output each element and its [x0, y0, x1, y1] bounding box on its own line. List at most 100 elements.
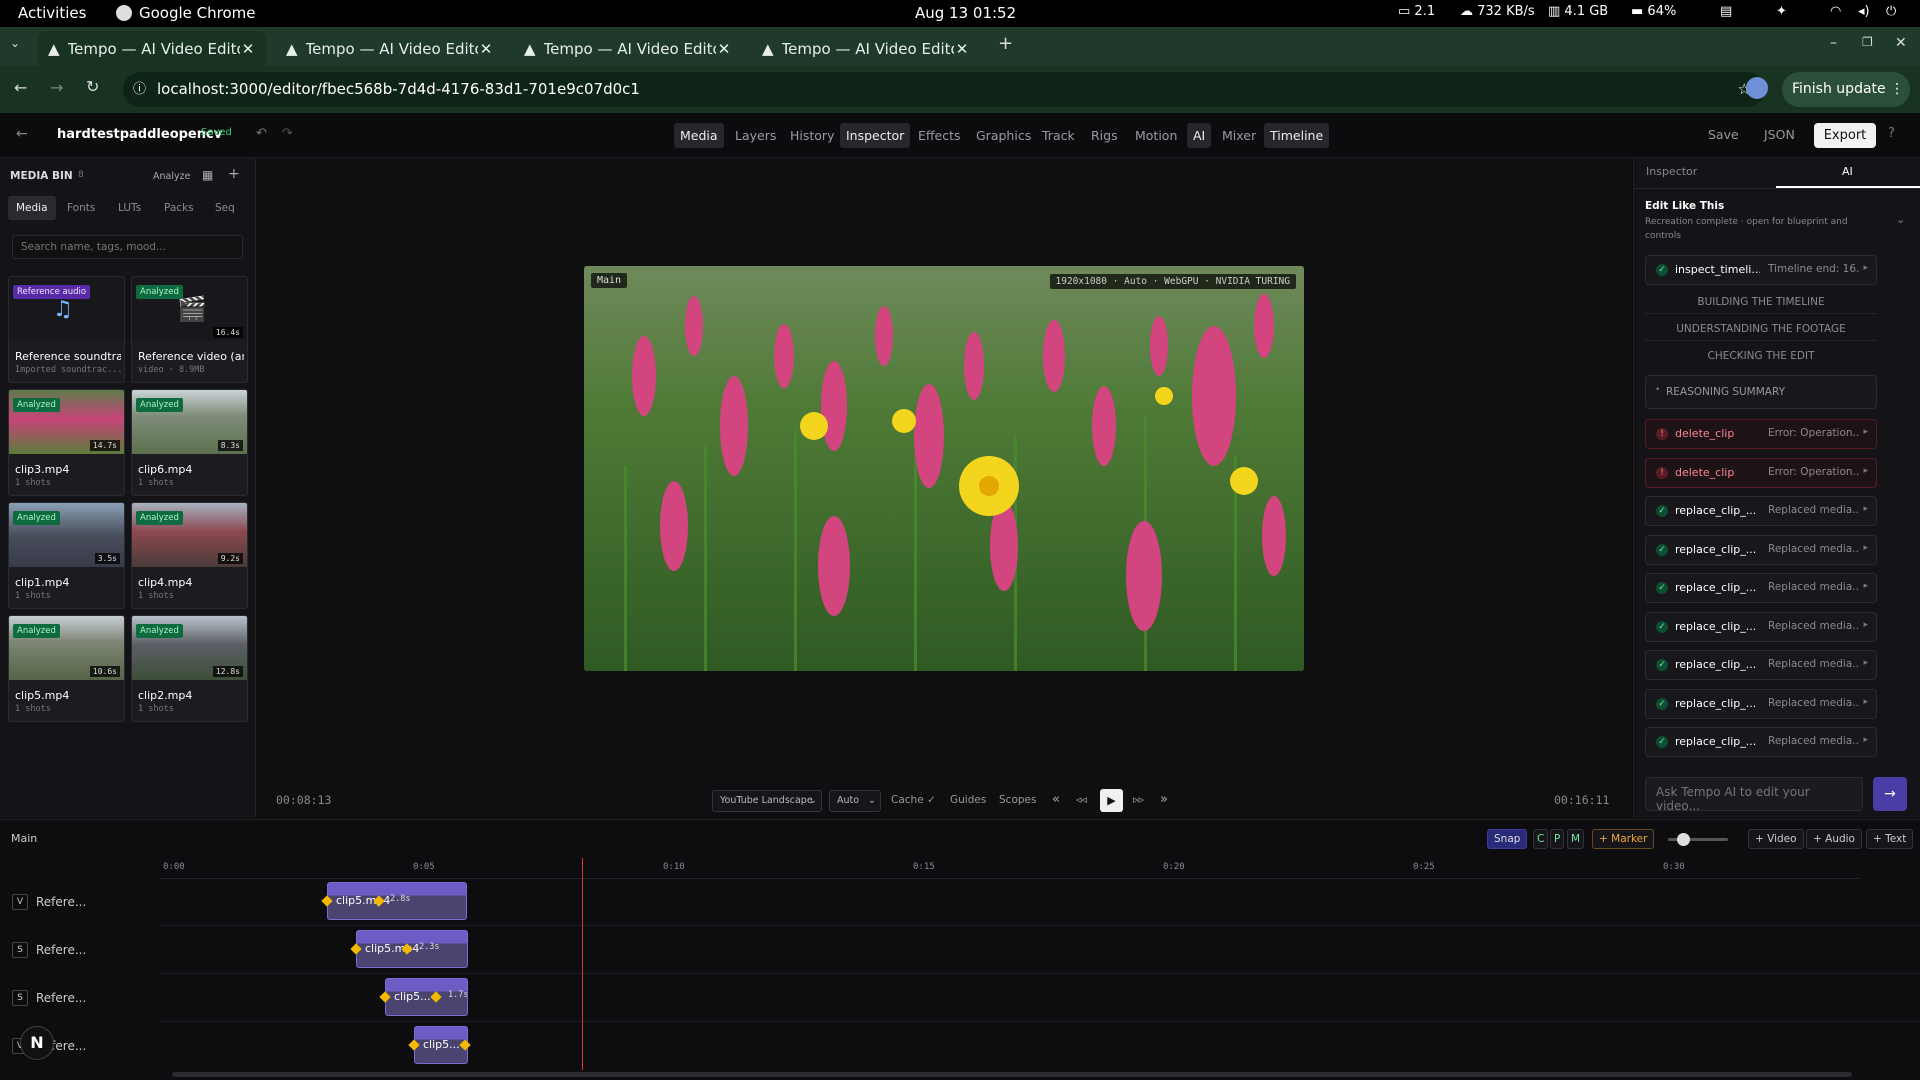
send-button[interactable]: →: [1873, 777, 1907, 811]
tool-call-row[interactable]: ✓ replace_clip_... Replaced media... ▸: [1645, 727, 1877, 757]
track-header[interactable]: S Refere...: [0, 928, 158, 974]
nav-graphics[interactable]: Graphics: [970, 123, 1037, 148]
redo-icon[interactable]: ↷: [282, 126, 293, 141]
tab-search-icon[interactable]: ⌄: [10, 36, 20, 50]
skip-start-icon[interactable]: «: [1052, 792, 1060, 807]
timeline-clip[interactable]: clip5.mp4 2.8s: [327, 882, 467, 920]
power-icon[interactable]: ⏻: [1886, 4, 1896, 19]
tab-packs[interactable]: Packs: [156, 196, 202, 220]
track-header[interactable]: S Refere...: [0, 976, 158, 1022]
activities-button[interactable]: Activities: [18, 4, 86, 22]
minimize-icon[interactable]: –: [1830, 35, 1837, 51]
tool-call-row[interactable]: ! delete_clip Error: Operation... ▸: [1645, 419, 1877, 449]
clock[interactable]: Aug 13 01:52: [915, 4, 1016, 22]
tab-fonts[interactable]: Fonts: [59, 196, 103, 220]
add-audio-button[interactable]: + Audio: [1806, 829, 1862, 849]
project-name[interactable]: hardtestpaddleopencv: [57, 127, 222, 142]
tab-seq[interactable]: Seq: [207, 196, 243, 220]
avatar[interactable]: [1746, 77, 1768, 99]
scopes-toggle[interactable]: Scopes: [999, 794, 1036, 806]
nav-track[interactable]: Track: [1036, 123, 1081, 148]
media-card[interactable]: Analyzed 14.7s clip3.mp4 1 shots: [8, 389, 125, 496]
timeline-clip[interactable]: clip5... 1.7s: [385, 978, 468, 1016]
p-toggle[interactable]: P: [1550, 829, 1565, 849]
tool-call-row[interactable]: ✓ replace_clip_... Replaced media... ▸: [1645, 496, 1877, 526]
app-menu[interactable]: Google Chrome: [139, 4, 256, 22]
json-button[interactable]: JSON: [1764, 127, 1795, 142]
help-icon[interactable]: ?: [1888, 126, 1895, 141]
tab-ai-panel[interactable]: AI: [1842, 165, 1853, 178]
tool-call-row[interactable]: ! delete_clip Error: Operation... ▸: [1645, 458, 1877, 488]
media-card[interactable]: Analyzed 12.8s clip2.mp4 1 shots: [131, 615, 248, 722]
media-card[interactable]: Analyzed 10.6s clip5.mp4 1 shots: [8, 615, 125, 722]
c-toggle[interactable]: C: [1533, 829, 1549, 849]
ai-prompt-input[interactable]: [1645, 777, 1863, 811]
format-select[interactable]: YouTube Landscape ⌄: [712, 790, 822, 812]
address-bar[interactable]: ⓘ localhost:3000/editor/fbec568b-7d4d-41…: [123, 72, 1765, 107]
tool-call-row[interactable]: ✓ inspect_timeli... Timeline end: 16... ▸: [1645, 255, 1877, 285]
edit-like-this-title[interactable]: Edit Like This: [1645, 200, 1724, 212]
next-logo-icon[interactable]: N: [20, 1026, 54, 1060]
rewind-icon[interactable]: ◃◃: [1076, 793, 1087, 806]
maximize-icon[interactable]: ❐: [1862, 35, 1873, 49]
browser-tab[interactable]: ▲ Tempo — AI Video Editor ✕: [38, 31, 266, 66]
guides-toggle[interactable]: Guides: [950, 794, 986, 806]
skip-end-icon[interactable]: »: [1160, 792, 1168, 807]
add-marker-button[interactable]: + Marker: [1592, 829, 1655, 849]
tool-call-row[interactable]: ✓ replace_clip_... Replaced media... ▸: [1645, 689, 1877, 719]
nav-mixer[interactable]: Mixer: [1216, 123, 1262, 148]
snap-toggle[interactable]: Snap: [1487, 829, 1528, 849]
nav-history[interactable]: History: [784, 123, 840, 148]
media-card[interactable]: Analyzed 3.5s clip1.mp4 1 shots: [8, 502, 125, 609]
grid-view-icon[interactable]: ▦: [202, 168, 213, 182]
clipboard-icon[interactable]: ▤: [1720, 4, 1732, 19]
media-card[interactable]: Analyzed 8.3s clip6.mp4 1 shots: [131, 389, 248, 496]
cache-toggle[interactable]: Cache ✓: [891, 794, 936, 806]
quality-select[interactable]: Auto ⌄: [829, 790, 881, 812]
tab-luts[interactable]: LUTs: [110, 196, 149, 220]
reload-icon[interactable]: ↻: [86, 77, 99, 96]
nav-inspector[interactable]: Inspector: [840, 123, 911, 148]
close-icon[interactable]: ✕: [240, 40, 256, 58]
media-search-input[interactable]: [12, 235, 243, 259]
reasoning-summary[interactable]: • REASONING SUMMARY: [1645, 375, 1877, 409]
collapse-chevron-icon[interactable]: ⌄: [1896, 213, 1905, 226]
window-close-icon[interactable]: ✕: [1895, 35, 1907, 51]
tool-call-row[interactable]: ✓ replace_clip_... Replaced media... ▸: [1645, 650, 1877, 680]
save-button[interactable]: Save: [1708, 127, 1739, 142]
export-button[interactable]: Export: [1814, 123, 1876, 148]
browser-tab[interactable]: ▲ Tempo — AI Video Editor ✕: [276, 31, 504, 66]
analyze-button[interactable]: Analyze: [153, 171, 190, 182]
track-header[interactable]: V Refere...: [0, 880, 158, 926]
video-preview[interactable]: Main 1920x1080 · Auto · WebGPU · NVIDIA …: [584, 266, 1304, 671]
site-info-icon[interactable]: ⓘ: [133, 72, 146, 107]
nav-motion[interactable]: Motion: [1129, 123, 1183, 148]
finish-update-button[interactable]: Finish update ⋮: [1782, 72, 1910, 107]
tab-inspector-panel[interactable]: Inspector: [1646, 165, 1697, 178]
tool-call-row[interactable]: ✓ replace_clip_... Replaced media... ▸: [1645, 535, 1877, 565]
nav-timeline[interactable]: Timeline: [1264, 123, 1330, 148]
tab-media[interactable]: Media: [8, 196, 56, 220]
browser-tab[interactable]: ▲ Tempo — AI Video Editor ✕: [752, 31, 980, 66]
zoom-slider-handle[interactable]: [1677, 833, 1690, 846]
tool-call-row[interactable]: ✓ replace_clip_... Replaced media... ▸: [1645, 612, 1877, 642]
add-video-button[interactable]: + Video: [1748, 829, 1804, 849]
m-toggle[interactable]: M: [1567, 829, 1585, 849]
browser-tab[interactable]: ▲ Tempo — AI Video Editor ✕: [514, 31, 742, 66]
play-button[interactable]: ▶: [1100, 789, 1123, 812]
extension-icon[interactable]: ✦: [1776, 4, 1787, 19]
new-tab-icon[interactable]: +: [998, 33, 1013, 54]
tool-call-row[interactable]: ✓ replace_clip_... Replaced media... ▸: [1645, 573, 1877, 603]
playhead[interactable]: [582, 858, 583, 1070]
media-card[interactable]: 🎬 Analyzed 16.4s Reference video (an... …: [131, 276, 248, 383]
forward-icon[interactable]: →: [50, 78, 63, 97]
nav-rigs[interactable]: Rigs: [1085, 123, 1124, 148]
fast-forward-icon[interactable]: ▹▹: [1133, 793, 1144, 806]
close-icon[interactable]: ✕: [954, 40, 970, 58]
back-arrow-icon[interactable]: ←: [16, 126, 28, 142]
back-icon[interactable]: ←: [14, 78, 27, 97]
nav-effects[interactable]: Effects: [912, 123, 967, 148]
undo-icon[interactable]: ↶: [256, 126, 267, 141]
media-card[interactable]: ♫ Reference audio Reference soundtra... …: [8, 276, 125, 383]
add-media-icon[interactable]: +: [228, 166, 240, 182]
